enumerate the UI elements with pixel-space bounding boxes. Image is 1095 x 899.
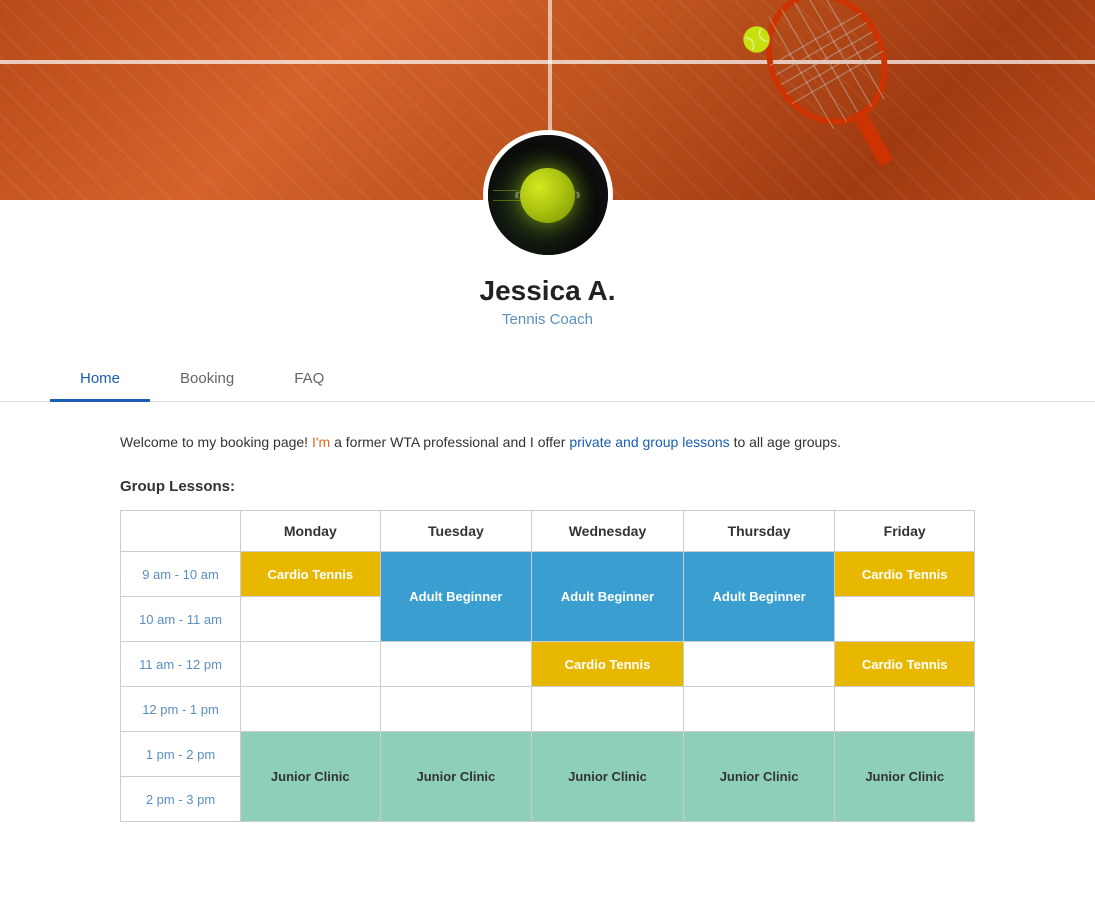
table-header-row: Monday Tuesday Wednesday Thursday Friday (121, 511, 975, 552)
cardio-tennis-cell-fri: Cardio Tennis (835, 552, 975, 597)
welcome-prefix: Welcome to my booking page! (120, 434, 308, 450)
welcome-suffix: to all age groups. (734, 434, 841, 450)
junior-clinic-friday: Junior Clinic (835, 732, 975, 822)
time-cell: 11 am - 12 pm (121, 642, 241, 687)
col-monday: Monday (241, 511, 381, 552)
empty-cell (241, 642, 381, 687)
avatar (483, 130, 613, 260)
tennis-ball (520, 168, 575, 223)
empty-cell (241, 597, 381, 642)
table-row: 9 am - 10 am Cardio Tennis Adult Beginne… (121, 552, 975, 597)
adult-beginner-wednesday: Adult Beginner (532, 552, 684, 642)
profile-name: Jessica A. (0, 275, 1095, 307)
table-row: 1 pm - 2 pm Junior Clinic Junior Clinic … (121, 732, 975, 777)
nav-tabs: Home Booking FAQ (0, 358, 1095, 402)
time-cell: 1 pm - 2 pm (121, 732, 241, 777)
empty-cell (380, 687, 532, 732)
col-tuesday: Tuesday (380, 511, 532, 552)
empty-cell (380, 642, 532, 687)
profile-info: Jessica A. Tennis Coach (0, 275, 1095, 338)
schedule-table: Monday Tuesday Wednesday Thursday Friday… (120, 510, 975, 822)
cardio-tennis-cell-fri2: Cardio Tennis (835, 642, 975, 687)
tab-faq[interactable]: FAQ (264, 358, 354, 402)
col-thursday: Thursday (683, 511, 835, 552)
time-cell: 12 pm - 1 pm (121, 687, 241, 732)
junior-clinic-monday: Junior Clinic (241, 732, 381, 822)
cardio-tennis-cell: Cardio Tennis (241, 552, 381, 597)
time-cell: 2 pm - 3 pm (121, 777, 241, 822)
empty-cell (683, 642, 835, 687)
table-row: 12 pm - 1 pm (121, 687, 975, 732)
welcome-text: Welcome to my booking page! I'm a former… (120, 432, 975, 453)
empty-cell (835, 597, 975, 642)
col-time (121, 511, 241, 552)
col-friday: Friday (835, 511, 975, 552)
avatar-inner (488, 135, 608, 255)
avatar-wrapper (0, 130, 1095, 260)
time-cell: 9 am - 10 am (121, 552, 241, 597)
empty-cell (241, 687, 381, 732)
group-lessons-title: Group Lessons: (120, 478, 975, 495)
adult-beginner-thursday: Adult Beginner (683, 552, 835, 642)
empty-cell (532, 687, 684, 732)
tab-booking[interactable]: Booking (150, 358, 264, 402)
adult-beginner-tuesday: Adult Beginner (380, 552, 532, 642)
cardio-tennis-cell-wed: Cardio Tennis (532, 642, 684, 687)
welcome-highlight-orange: I'm (312, 434, 330, 450)
welcome-middle: a former WTA professional and I offer (334, 434, 569, 450)
time-cell: 10 am - 11 am (121, 597, 241, 642)
profile-title: Tennis Coach (0, 311, 1095, 328)
junior-clinic-wednesday: Junior Clinic (532, 732, 684, 822)
welcome-highlight-blue: private and group lessons (569, 434, 729, 450)
table-row: 11 am - 12 pm Cardio Tennis Cardio Tenni… (121, 642, 975, 687)
empty-cell (683, 687, 835, 732)
main-content: Welcome to my booking page! I'm a former… (0, 402, 1095, 852)
col-wednesday: Wednesday (532, 511, 684, 552)
empty-cell (835, 687, 975, 732)
junior-clinic-thursday: Junior Clinic (683, 732, 835, 822)
junior-clinic-tuesday: Junior Clinic (380, 732, 532, 822)
tab-home[interactable]: Home (50, 358, 150, 402)
